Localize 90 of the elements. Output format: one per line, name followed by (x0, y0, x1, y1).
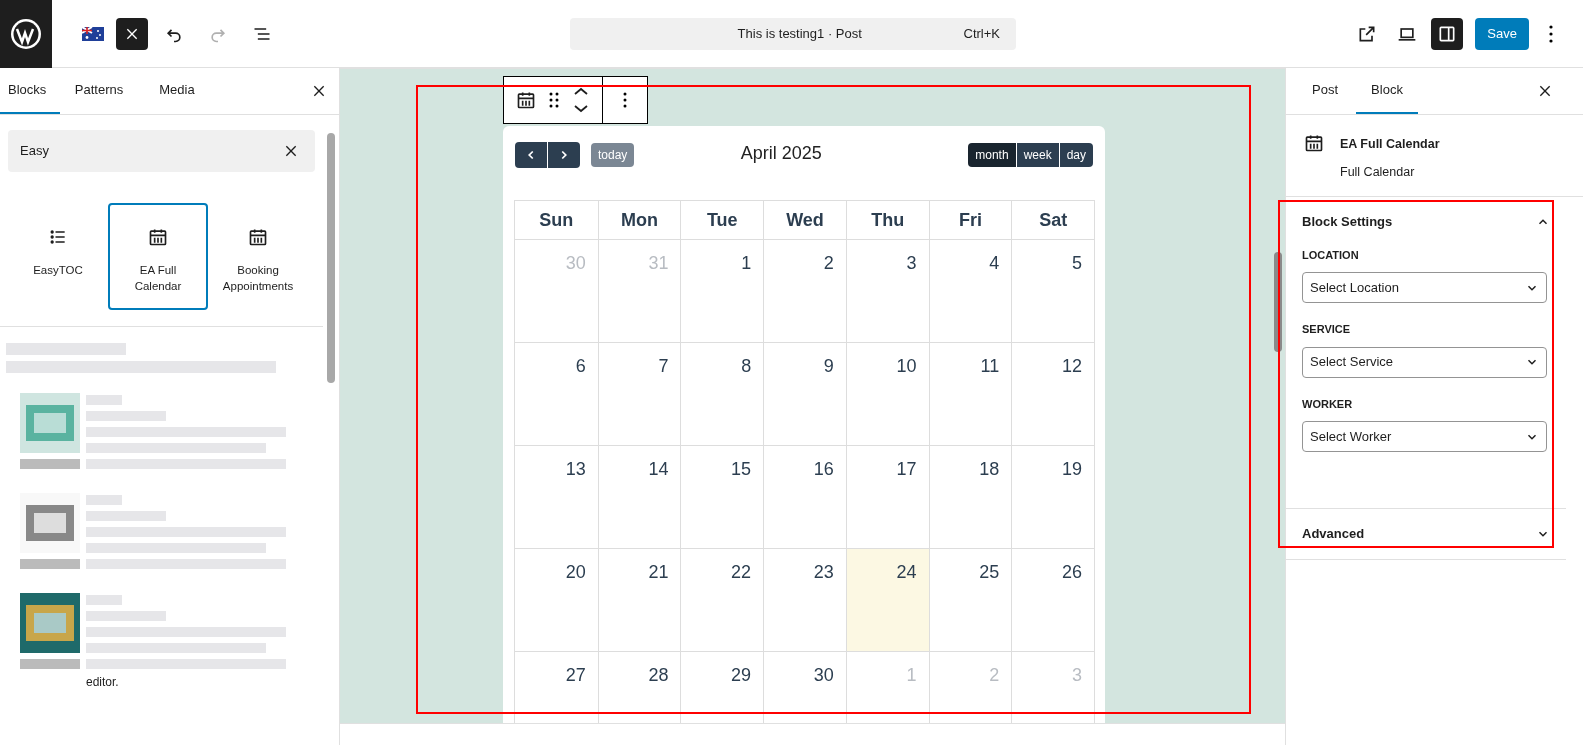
day-cell: 8 (680, 343, 764, 445)
day-cell: 23 (763, 549, 846, 651)
inserter-tab[interactable]: Media (138, 68, 216, 114)
block-item[interactable]: Booking Appointments (208, 203, 308, 310)
day-cell-text: 30 (564, 252, 587, 275)
select-field[interactable]: Select Worker (1302, 421, 1547, 452)
weekday-header: Thu (845, 201, 929, 239)
day-cell: 26 (1011, 549, 1094, 651)
pattern-description: editor. (86, 674, 120, 691)
block-item[interactable]: EA Full Calendar (108, 203, 208, 310)
day-cell-text: 13 (564, 458, 587, 481)
weekday-header: Sun (538, 208, 575, 232)
sidebar-tab[interactable]: Block (1356, 68, 1418, 114)
panel-toggle[interactable]: Advanced (1286, 509, 1566, 559)
move-block-button[interactable] (572, 85, 590, 115)
day-cell: 2 (763, 240, 846, 342)
kebab-menu-icon (623, 92, 627, 108)
day-cell: 1 (680, 240, 764, 342)
day-cell: 15 (680, 446, 764, 548)
day-cell-text: 6 (574, 355, 587, 378)
next-button[interactable] (548, 142, 580, 168)
day-cell: 4 (928, 240, 1012, 342)
save-button[interactable]: Save (1475, 17, 1529, 50)
list-icon (48, 227, 68, 247)
inserter-tab[interactable]: Blocks (0, 68, 60, 114)
previous-button[interactable] (515, 142, 547, 168)
wordpress-logo-icon (10, 17, 42, 50)
calendar-icon (1304, 133, 1324, 153)
block-type-button[interactable] (516, 90, 536, 110)
day-cell: 5 (1011, 240, 1094, 342)
day-cell: 3 (845, 240, 929, 342)
block-name: EA Full Calendar (1340, 136, 1440, 153)
document-title: This is testing1 · Post (736, 24, 863, 43)
weekday-header: Fri (928, 201, 1012, 239)
flag-icon[interactable] (82, 26, 104, 41)
day-cell: 17 (845, 446, 929, 548)
view-toggle[interactable]: week (1016, 143, 1059, 167)
weekday-header: Tue (680, 201, 764, 239)
day-cell: 19 (1011, 446, 1094, 548)
command-bar[interactable]: This is testing1 · Post Ctrl+K (570, 17, 1016, 50)
select-field[interactable]: Select Service (1302, 346, 1547, 378)
close-icon (1537, 83, 1553, 99)
shortcut-hint: Ctrl+K (963, 24, 1000, 43)
up-down-chevron-icon (572, 85, 590, 115)
redacted-text (86, 495, 122, 505)
kebab-menu-icon (1549, 24, 1553, 43)
day-cell: 24 (845, 549, 929, 651)
day-cell: 22 (680, 549, 764, 651)
weekday-header: Wed (763, 201, 846, 239)
day-cell: 7 (597, 343, 681, 445)
view-toggle[interactable]: month (968, 143, 1016, 167)
calendar-icon (148, 227, 168, 247)
view-toggle[interactable]: day (1059, 143, 1093, 167)
redacted-text (86, 595, 122, 605)
day-cell: 31 (597, 240, 681, 342)
block-description: Full Calendar (1340, 163, 1416, 181)
weekday-header: Mon (597, 201, 681, 239)
day-cell: 14 (597, 446, 681, 548)
drag-handle-icon (548, 91, 560, 109)
inserter-tab[interactable]: Patterns (60, 68, 138, 114)
day-cell: 12 (1011, 343, 1094, 445)
logo-button[interactable] (0, 0, 52, 68)
today-button[interactable]: today (591, 143, 635, 167)
day-cell: 10 (845, 343, 929, 445)
block-item[interactable]: EasyTOC (8, 203, 108, 310)
day-cell-text: 27 (564, 664, 587, 687)
day-cell: 25 (928, 549, 1012, 651)
close-icon (283, 143, 299, 159)
day-cell-text: 20 (564, 561, 587, 584)
calendar-icon (516, 90, 536, 110)
drag-handle[interactable] (548, 91, 560, 109)
select-field[interactable]: Select Location (1302, 272, 1547, 303)
panel-toggle[interactable]: Block Settings (1286, 196, 1566, 247)
day-cell: 16 (763, 446, 846, 548)
day-cell: 9 (763, 343, 846, 445)
sidebar-tab[interactable]: Post (1294, 68, 1356, 114)
close-icon (311, 83, 327, 99)
calendar-title: April 2025 (739, 141, 823, 165)
calendar-icon (248, 227, 268, 247)
field-label: SERVICE (1302, 322, 1352, 337)
weekday-header: Sat (1011, 201, 1094, 239)
close-inserter-button[interactable] (116, 17, 148, 50)
search-field[interactable]: Easy (8, 130, 315, 172)
field-label: LOCATION (1302, 247, 1360, 263)
redacted-text (86, 395, 122, 405)
settings-sidebar-button[interactable] (1431, 17, 1464, 50)
field-label: WORKER (1302, 396, 1354, 412)
day-cell: 21 (597, 549, 681, 651)
day-cell: 18 (928, 446, 1012, 548)
day-cell: 11 (928, 343, 1012, 445)
